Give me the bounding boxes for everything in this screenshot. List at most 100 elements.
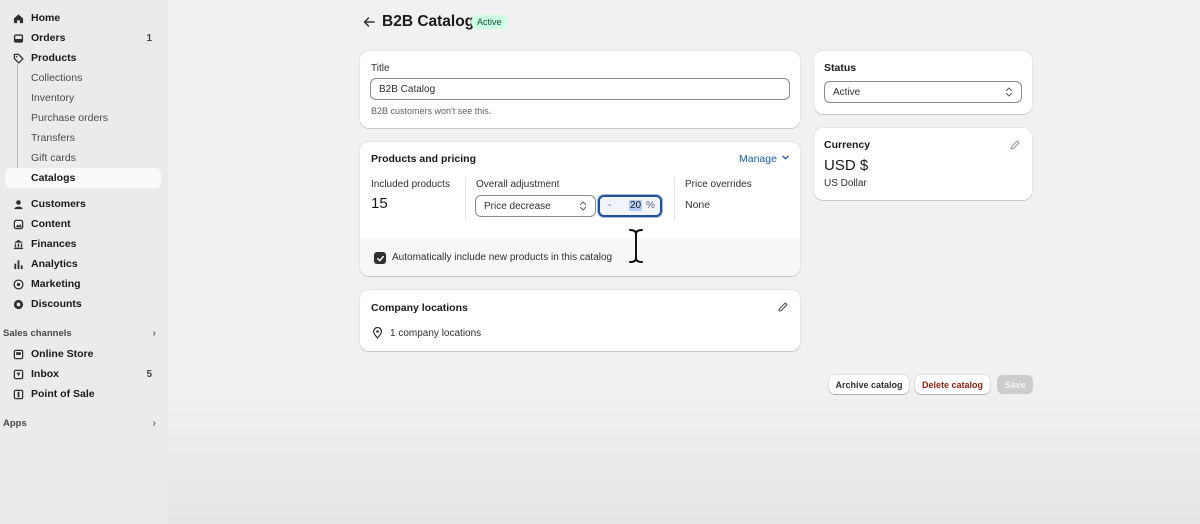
chevron-right-icon: ›: [152, 417, 156, 429]
orders-inbox-icon: [12, 32, 24, 44]
title-hint: B2B customers won't see this.: [371, 106, 492, 116]
status-badge: Active: [471, 15, 508, 29]
select-arrows-icon: [1005, 87, 1013, 98]
sales-channels-label: Sales channels: [3, 327, 72, 339]
status-heading: Status: [824, 62, 857, 74]
bar-chart-icon: [12, 258, 24, 270]
sidebar-item-products[interactable]: Products: [0, 48, 168, 68]
auto-include-label: Automatically include new products in th…: [392, 252, 613, 263]
sidebar-subitem-label: Gift cards: [31, 152, 76, 164]
price-overrides-label: Price overrides: [685, 179, 752, 190]
sidebar-subitem-label: Transfers: [31, 132, 75, 144]
sidebar-subitem-label: Purchase orders: [31, 112, 109, 124]
sidebar-subitem-label: Inventory: [31, 92, 75, 104]
percent-value: 20: [629, 200, 643, 211]
apps-header[interactable]: Apps ›: [0, 412, 168, 434]
select-arrows-icon: [579, 201, 587, 212]
content-icon: [12, 218, 24, 230]
sidebar-item-online-store[interactable]: Online Store: [0, 344, 168, 364]
sidebar-item-label: Customers: [31, 198, 86, 210]
status-select[interactable]: Active: [824, 81, 1022, 103]
sidebar-item-point-of-sale[interactable]: Point of Sale: [0, 384, 168, 404]
sidebar-item-customers[interactable]: Customers: [0, 194, 168, 214]
auto-include-checkbox[interactable]: [374, 252, 386, 264]
sidebar-subitem-label: Catalogs: [31, 172, 76, 184]
sidebar-subitem-transfers[interactable]: Transfers: [0, 128, 168, 148]
currency-heading: Currency: [824, 139, 871, 151]
currency-code: USD $: [824, 157, 869, 174]
delete-catalog-button[interactable]: Delete catalog: [915, 375, 990, 394]
inbox-icon: [12, 368, 24, 380]
overall-adjustment-label: Overall adjustment: [476, 179, 560, 190]
sidebar-subitem-inventory[interactable]: Inventory: [0, 88, 168, 108]
sidebar-item-orders[interactable]: Orders 1: [0, 28, 168, 48]
sidebar-item-home[interactable]: Home: [0, 8, 168, 28]
checkmark-icon: [376, 255, 384, 261]
sidebar-subitem-gift-cards[interactable]: Gift cards: [0, 148, 168, 168]
divider: [674, 178, 675, 220]
sidebar-item-label: Products: [31, 52, 77, 64]
sidebar-subitem-collections[interactable]: Collections: [0, 68, 168, 88]
adjustment-select[interactable]: Price decrease: [475, 195, 596, 217]
sidebar-item-label: Finances: [31, 238, 77, 250]
inbox-count-badge: 5: [146, 368, 152, 380]
sidebar-item-marketing[interactable]: Marketing: [0, 274, 168, 294]
pricing-heading: Products and pricing: [371, 153, 477, 165]
title-input[interactable]: B2B Catalog: [370, 78, 790, 100]
adjustment-select-value: Price decrease: [484, 200, 551, 212]
sidebar-item-label: Online Store: [31, 348, 94, 360]
orders-count-badge: 1: [146, 32, 152, 44]
price-overrides-value: None: [685, 199, 711, 211]
sidebar: Home Orders 1 Products Collections Inven…: [0, 0, 168, 524]
save-button[interactable]: Save: [997, 375, 1033, 394]
adjustment-percent-input[interactable]: - 20 %: [598, 195, 662, 217]
locations-count: 1 company locations: [390, 328, 482, 339]
sidebar-item-content[interactable]: Content: [0, 214, 168, 234]
included-products-label: Included products: [371, 179, 450, 190]
status-select-value: Active: [833, 86, 861, 98]
apps-label: Apps: [3, 417, 27, 429]
sidebar-item-inbox[interactable]: Inbox 5: [0, 364, 168, 384]
included-products-value: 15: [371, 195, 388, 212]
sidebar-item-label: Marketing: [31, 278, 81, 290]
manage-label: Manage: [739, 153, 777, 165]
sidebar-item-label: Home: [31, 12, 61, 24]
sidebar-item-finances[interactable]: Finances: [0, 234, 168, 254]
sidebar-subitem-label: Collections: [31, 72, 83, 84]
page-title: B2B Catalog: [382, 13, 475, 30]
title-label: Title: [371, 63, 390, 74]
target-icon: [12, 278, 24, 290]
text-cursor-icon: [626, 227, 646, 265]
sidebar-item-label: Orders: [31, 32, 66, 44]
manage-button[interactable]: Manage: [739, 153, 790, 165]
sidebar-item-label: Analytics: [31, 258, 78, 270]
archive-catalog-button[interactable]: Archive catalog: [829, 375, 909, 394]
pos-icon: [12, 388, 24, 400]
person-icon: [12, 198, 24, 210]
edit-pencil-icon[interactable]: [1009, 139, 1021, 151]
company-locations-card: [360, 290, 800, 351]
currency-name: US Dollar: [824, 178, 867, 189]
locations-heading: Company locations: [371, 302, 468, 314]
percent-sign: %: [646, 200, 655, 211]
tag-icon: [12, 52, 24, 64]
location-pin-icon: [372, 326, 383, 339]
divider: [465, 178, 466, 220]
sidebar-item-label: Inbox: [31, 368, 59, 380]
sidebar-item-label: Discounts: [31, 298, 82, 310]
sidebar-item-label: Point of Sale: [31, 388, 95, 400]
sidebar-subitem-purchase-orders[interactable]: Purchase orders: [0, 108, 168, 128]
sidebar-item-label: Content: [31, 218, 71, 230]
sidebar-subitem-catalogs[interactable]: Catalogs: [5, 168, 161, 188]
sidebar-item-discounts[interactable]: Discounts: [0, 294, 168, 314]
store-icon: [12, 348, 24, 360]
chevron-down-icon: [781, 153, 790, 165]
bank-icon: [12, 238, 24, 250]
back-arrow-icon[interactable]: [362, 15, 376, 29]
home-icon: [12, 12, 24, 24]
minus-sign: -: [608, 200, 612, 211]
edit-pencil-icon[interactable]: [777, 301, 789, 313]
sidebar-item-analytics[interactable]: Analytics: [0, 254, 168, 274]
sales-channels-header[interactable]: Sales channels ›: [0, 322, 168, 344]
sidebar-nav: Home Orders 1 Products Collections Inven…: [0, 8, 168, 434]
